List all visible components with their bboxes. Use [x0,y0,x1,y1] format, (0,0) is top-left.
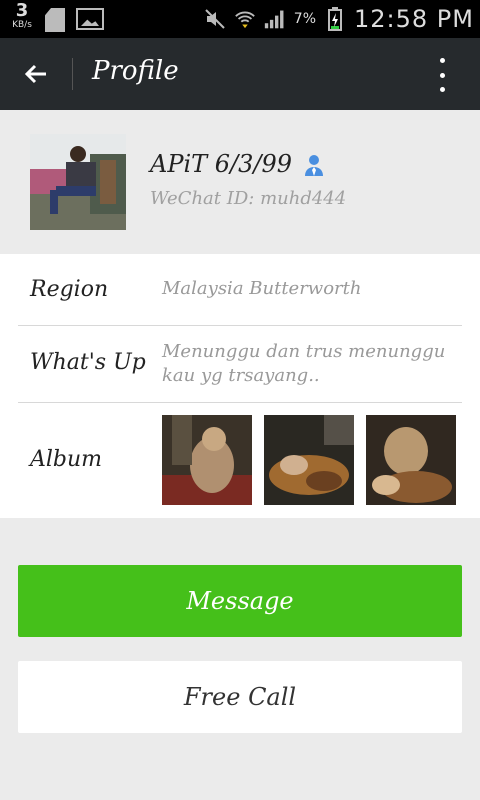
battery-percent: 7% [293,11,317,27]
overflow-dot [439,72,445,78]
sd-card-icon [45,8,65,32]
avatar[interactable] [30,134,126,230]
region-label: Region [30,277,109,302]
back-arrow-icon[interactable] [20,58,52,90]
mute-icon [204,8,226,30]
signal-icon [264,8,286,30]
app-bar: Profile [0,38,480,110]
battery-charging-icon [324,7,346,31]
profile-details: Region Malaysia Butterworth What's Up Me… [0,254,480,518]
contact-person-icon [304,154,324,176]
overflow-dot [439,87,445,92]
region-value: Malaysia Butterworth [162,278,362,299]
clock: 12:58 PM [354,5,474,33]
overflow-dot [439,58,445,63]
album-photo[interactable] [264,415,354,505]
album-photo[interactable] [366,415,456,505]
wifi-icon [234,8,256,30]
profile-header: APiT 6/3/99 WeChat ID: muhd444 [0,110,480,254]
network-speed-value: 3 [15,0,29,21]
network-speed: 3 KB/s [6,2,38,30]
region-row[interactable]: Region Malaysia Butterworth [18,254,462,326]
wechat-id: WeChat ID: muhd444 [150,188,347,209]
profile-name: APiT 6/3/99 [150,150,293,178]
image-notification-icon [76,8,104,30]
whats-up-value: Menunggu dan trus menunggu kau yg trsaya… [162,341,446,386]
app-bar-divider [72,58,73,90]
page-title: Profile [92,56,179,86]
album-photo[interactable] [162,415,252,505]
whats-up-row[interactable]: What's Up Menunggu dan trus menunggu kau… [18,326,462,403]
whats-up-label: What's Up [30,350,146,375]
album-row[interactable]: Album [18,403,462,517]
album-label: Album [30,447,103,472]
free-call-button[interactable]: Free Call [18,661,462,733]
overflow-menu-icon[interactable] [432,58,452,92]
network-speed-unit: KB/s [12,20,32,30]
status-bar: 3 KB/s 7% 12:58 PM [0,0,480,38]
message-button[interactable]: Message [18,565,462,637]
